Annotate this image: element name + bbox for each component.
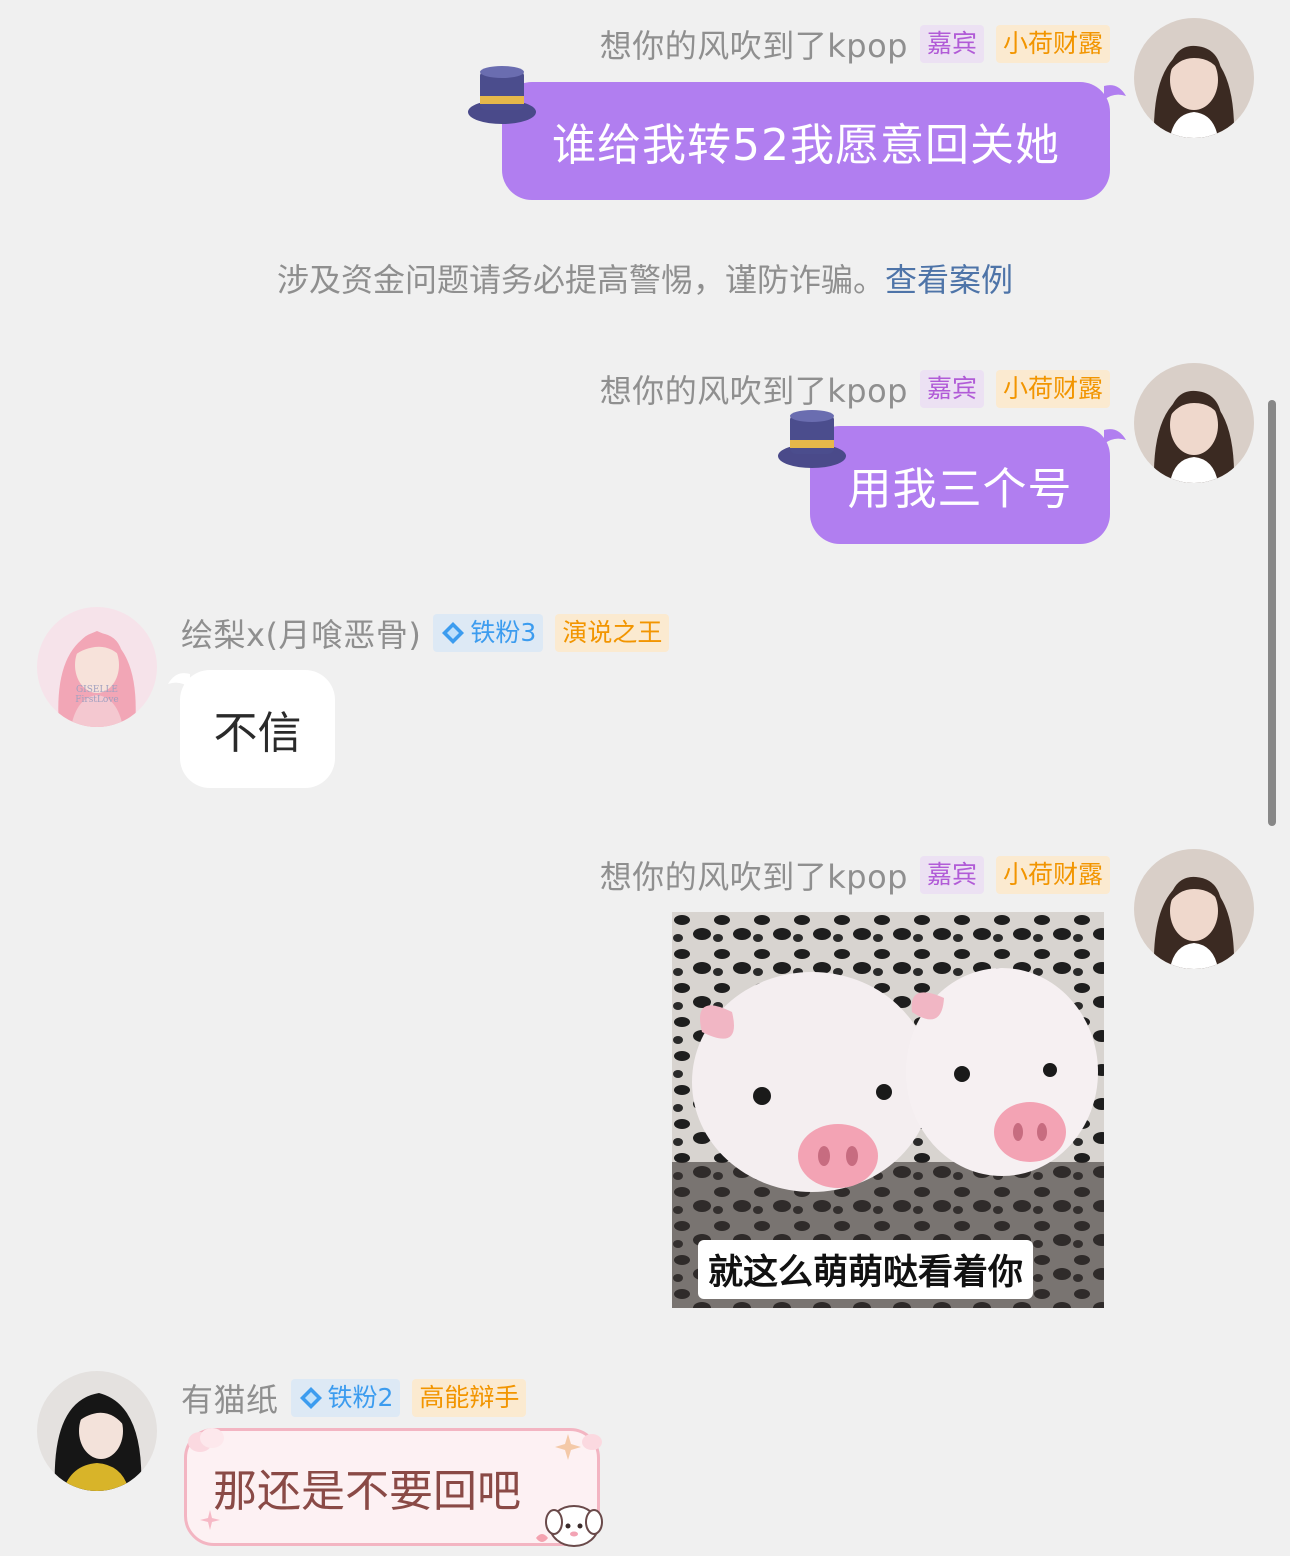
guest-badge[interactable]: 嘉宾 xyxy=(919,856,984,894)
avatar-caption-line: FirstLove xyxy=(75,695,119,705)
message-text: 那还是不要回吧 xyxy=(213,1466,521,1517)
sparkle-icon xyxy=(200,1510,220,1530)
message-text: 用我三个号 xyxy=(847,464,1073,515)
message-bubble[interactable]: 不信 xyxy=(180,670,335,788)
username[interactable]: 想你的风吹到了kpop xyxy=(600,852,908,898)
message-bubble[interactable]: 谁给我转52我愿意回关她 xyxy=(502,82,1110,200)
title-badge[interactable]: 小荷财露 xyxy=(995,856,1110,894)
notice-text: 涉及资金问题请务必提高警惕，谨防诈骗。 xyxy=(276,261,885,299)
message-bubble[interactable]: 用我三个号 xyxy=(810,426,1110,544)
avatar[interactable] xyxy=(1134,363,1254,483)
fan-badge[interactable]: 铁粉3 xyxy=(433,614,544,652)
fan-badge-label: 铁粉3 xyxy=(470,618,537,647)
username[interactable]: 想你的风吹到了kpop xyxy=(600,21,908,67)
message-3-header: 绘梨x(月喰恶骨) 铁粉3 演说之王 xyxy=(181,610,670,656)
diamond-icon xyxy=(442,622,465,644)
fan-badge-label: 铁粉2 xyxy=(327,1383,394,1412)
top-hat-icon xyxy=(468,66,536,124)
guest-badge[interactable]: 嘉宾 xyxy=(919,370,984,408)
avatar-caption: GISELLE FirstLove xyxy=(65,685,129,705)
avatar-caption-line: GISELLE xyxy=(75,685,118,695)
avatar[interactable] xyxy=(37,1371,157,1491)
fan-badge[interactable]: 铁粉2 xyxy=(290,1379,401,1417)
username[interactable]: 绘梨x(月喰恶骨) xyxy=(181,610,421,656)
avatar[interactable] xyxy=(1134,18,1254,138)
message-4-header: 想你的风吹到了kpop 嘉宾 小荷财露 xyxy=(600,853,1110,897)
title-badge[interactable]: 小荷财露 xyxy=(995,25,1110,63)
top-hat-icon xyxy=(778,410,846,468)
sticker-image[interactable]: 就这么萌萌哒看着你 xyxy=(672,912,1104,1308)
avatar[interactable]: GISELLE FirstLove xyxy=(37,607,157,727)
title-badge[interactable]: 小荷财露 xyxy=(995,370,1110,408)
scrollbar[interactable] xyxy=(1268,400,1276,826)
message-2-header: 想你的风吹到了kpop 嘉宾 小荷财露 xyxy=(600,367,1110,411)
bubble-tail xyxy=(1104,429,1126,444)
diamond-icon xyxy=(299,1387,322,1409)
message-5-header: 有猫纸 铁粉2 高能辩手 xyxy=(181,1375,527,1421)
username[interactable]: 想你的风吹到了kpop xyxy=(600,366,908,412)
puppy-sticker-icon xyxy=(536,1505,603,1547)
sparkle-icon xyxy=(555,1434,602,1460)
title-badge[interactable]: 演说之王 xyxy=(555,614,670,652)
title-badge[interactable]: 高能辩手 xyxy=(412,1379,527,1417)
message-text: 谁给我转52我愿意回关她 xyxy=(552,120,1060,171)
bubble-decoration-cloud xyxy=(188,1428,224,1452)
message-text: 不信 xyxy=(213,708,302,759)
username[interactable]: 有猫纸 xyxy=(181,1375,279,1421)
bubble-tail xyxy=(1104,85,1126,100)
image-caption: 就这么萌萌哒看着你 xyxy=(698,1240,1034,1299)
message-1-header: 想你的风吹到了kpop 嘉宾 小荷财露 xyxy=(600,22,1110,66)
guest-badge[interactable]: 嘉宾 xyxy=(919,25,984,63)
fraud-notice: 涉及资金问题请务必提高警惕，谨防诈骗。查看案例 xyxy=(0,255,1290,301)
view-cases-link[interactable]: 查看案例 xyxy=(885,261,1013,299)
avatar[interactable] xyxy=(1134,849,1254,969)
